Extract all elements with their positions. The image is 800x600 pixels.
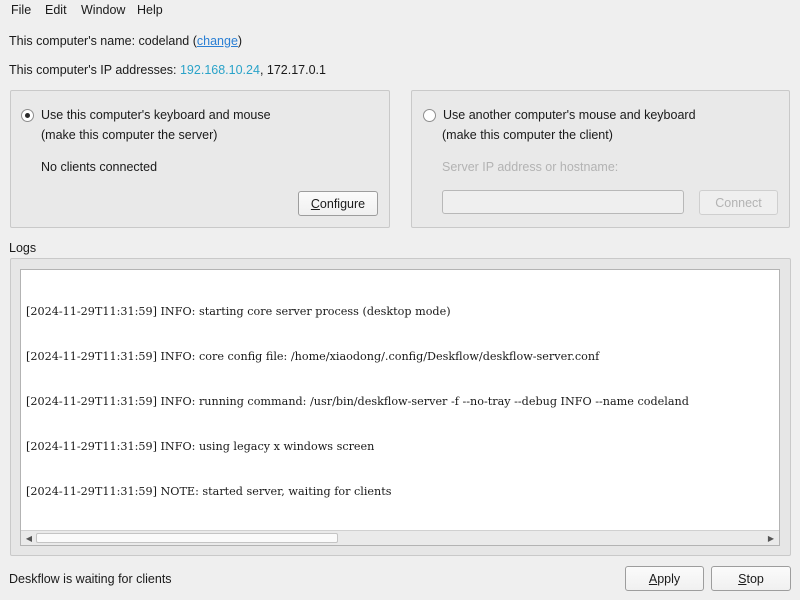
menu-file[interactable]: File (9, 3, 33, 17)
apply-button[interactable]: Apply (625, 566, 704, 591)
server-mode-radio[interactable] (21, 108, 34, 122)
configure-button[interactable]: Configure (298, 191, 378, 216)
server-status-text: No clients connected (41, 160, 158, 174)
server-mode-label[interactable]: Use this computer's keyboard and mouse (41, 108, 271, 122)
client-mode-label[interactable]: Use another computer's mouse and keyboar… (443, 108, 696, 122)
computer-name-close: ) (237, 34, 243, 48)
client-mode-option[interactable]: Use another computer's mouse and keyboar… (423, 108, 696, 122)
scrollbar-thumb[interactable] (36, 533, 338, 543)
scroll-left-arrow-icon[interactable]: ◀ (22, 531, 36, 545)
configure-mnemonic: C (310, 196, 320, 211)
apply-mnemonic: A (648, 571, 658, 586)
stop-mnemonic: S (738, 571, 747, 586)
log-line: [2024-11-29T11:31:59] INFO: starting cor… (26, 305, 451, 318)
menu-edit[interactable]: Edit (43, 3, 69, 17)
scroll-right-arrow-icon[interactable]: ▶ (764, 531, 778, 545)
apply-label: pply (657, 571, 681, 586)
server-mode-subtitle: (make this computer the server) (41, 128, 218, 142)
connect-button[interactable]: Connect (699, 190, 778, 215)
server-ip-label: Server IP address or hostname: (442, 160, 619, 174)
stop-button[interactable]: Stop (711, 566, 791, 591)
logs-label: Logs (9, 241, 37, 255)
configure-label: onfigure (319, 196, 366, 211)
log-line: [2024-11-29T11:31:59] INFO: core config … (26, 350, 600, 363)
ip-primary: 192.168.10.24 (179, 63, 260, 77)
logs-view[interactable]: [2024-11-29T11:31:59] INFO: starting cor… (20, 269, 780, 546)
log-line: [2024-11-29T11:31:59] NOTE: started serv… (26, 485, 392, 498)
client-mode-radio[interactable] (423, 108, 436, 122)
client-group: Use another computer's mouse and keyboar… (411, 90, 790, 228)
ip-addresses-line: This computer's IP addresses: 192.168.10… (9, 63, 326, 77)
computer-name-text: This computer's name: codeland ( (9, 34, 197, 48)
server-group: Use this computer's keyboard and mouse (… (10, 90, 390, 228)
log-line: [2024-11-29T11:31:59] INFO: using legacy… (26, 440, 375, 453)
horizontal-scrollbar[interactable]: ◀ ▶ (21, 530, 779, 545)
server-ip-input[interactable] (442, 190, 684, 214)
menu-help[interactable]: Help (135, 3, 165, 17)
menu-window[interactable]: Window (79, 3, 127, 17)
log-line: [2024-11-29T11:31:59] INFO: running comm… (26, 395, 689, 408)
client-mode-subtitle: (make this computer the client) (442, 128, 613, 142)
change-name-link[interactable]: change (197, 34, 238, 48)
log-text[interactable]: [2024-11-29T11:31:59] INFO: starting cor… (26, 274, 779, 529)
ip-secondary: , 172.17.0.1 (259, 63, 326, 77)
stop-label: top (746, 571, 764, 586)
computer-name-line: This computer's name: codeland (change) (9, 34, 242, 48)
status-bar-text: Deskflow is waiting for clients (9, 572, 172, 586)
menu-bar: File Edit Window Help (0, 0, 800, 21)
server-mode-option[interactable]: Use this computer's keyboard and mouse (21, 108, 271, 122)
ip-label: This computer's IP addresses: (9, 63, 180, 77)
